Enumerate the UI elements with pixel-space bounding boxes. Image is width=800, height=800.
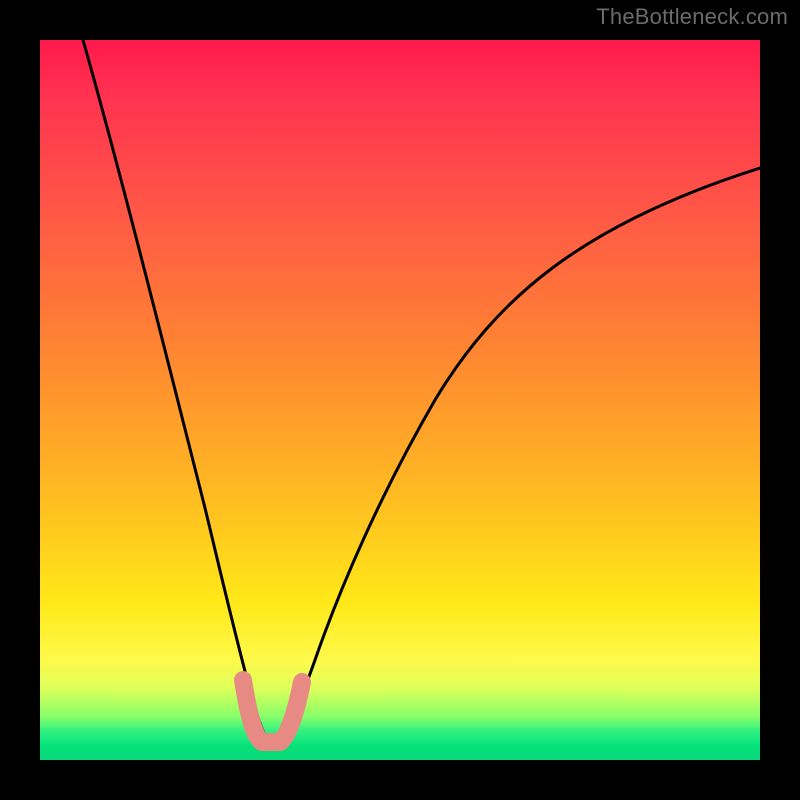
chart-container: TheBottleneck.com: [0, 0, 800, 800]
watermark-text: TheBottleneck.com: [596, 4, 788, 30]
highlight-band: [243, 680, 302, 742]
plot-area: [40, 40, 760, 760]
curve-layer: [40, 40, 760, 760]
bottleneck-curve: [83, 40, 760, 742]
